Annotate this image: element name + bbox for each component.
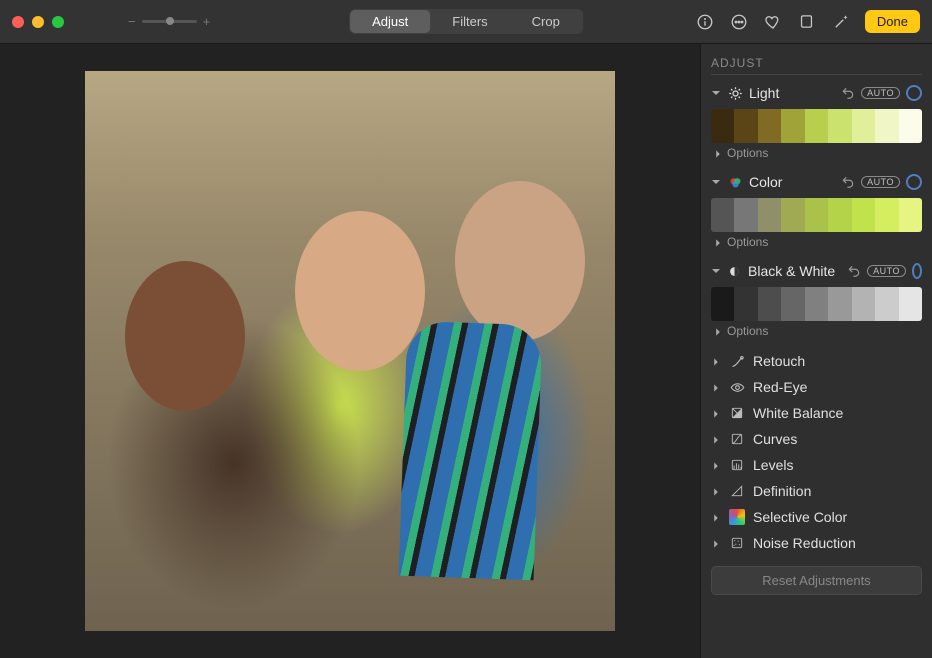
options-label: Options: [727, 146, 768, 160]
zoom-slider[interactable]: − +: [128, 14, 210, 29]
adjust-panel: ADJUST Light AUTO: [700, 44, 932, 658]
redeye-icon: [729, 379, 745, 395]
section-bw-header[interactable]: Black & White AUTO: [711, 259, 922, 283]
color-icon: [727, 174, 743, 190]
row-label: White Balance: [753, 405, 843, 421]
chevron-right-icon: [712, 382, 721, 392]
undo-icon[interactable]: [847, 264, 861, 278]
row-label: Retouch: [753, 353, 805, 369]
chevron-right-icon: [712, 538, 721, 548]
row-label: Selective Color: [753, 509, 847, 525]
chevron-down-icon: [711, 266, 721, 276]
zoom-out-icon[interactable]: −: [128, 14, 136, 29]
white-balance-icon: [729, 405, 745, 421]
light-icon: [727, 85, 743, 101]
curves-icon: [729, 431, 745, 447]
color-options-toggle[interactable]: Options: [711, 232, 922, 255]
chevron-right-icon: [712, 460, 721, 470]
options-label: Options: [727, 324, 768, 338]
undo-icon[interactable]: [841, 86, 855, 100]
chevron-right-icon: [712, 356, 721, 366]
section-color-header[interactable]: Color AUTO: [711, 170, 922, 194]
info-icon[interactable]: [695, 12, 715, 32]
photo-viewer: [0, 44, 700, 658]
section-light-header[interactable]: Light AUTO: [711, 81, 922, 105]
noise-icon: [729, 535, 745, 551]
zoom-in-icon[interactable]: +: [203, 14, 211, 29]
edit-mode-tabs: Adjust Filters Crop: [349, 9, 583, 34]
section-light: Light AUTO Options: [711, 81, 922, 166]
options-label: Options: [727, 235, 768, 249]
row-label: Curves: [753, 431, 797, 447]
definition-icon: [729, 483, 745, 499]
undo-icon[interactable]: [841, 175, 855, 189]
chevron-right-icon: [712, 408, 721, 418]
panel-title: ADJUST: [711, 56, 922, 75]
zoom-knob[interactable]: [166, 17, 174, 25]
reset-adjustments-button[interactable]: Reset Adjustments: [711, 566, 922, 595]
chevron-right-icon: [712, 512, 721, 522]
row-noise-reduction[interactable]: Noise Reduction: [711, 530, 922, 556]
section-color: Color AUTO Options: [711, 170, 922, 255]
titlebar: − + Adjust Filters Crop Done: [0, 0, 932, 44]
fullscreen-window-button[interactable]: [52, 16, 64, 28]
auto-button-color[interactable]: AUTO: [861, 176, 900, 188]
enable-ring-bw[interactable]: [912, 263, 922, 279]
color-thumbnail-slider[interactable]: [711, 198, 922, 232]
bw-icon: [727, 263, 742, 279]
enable-ring-color[interactable]: [906, 174, 922, 190]
auto-enhance-icon[interactable]: [831, 12, 851, 32]
chevron-right-icon: [714, 148, 723, 158]
more-icon[interactable]: [729, 12, 749, 32]
close-window-button[interactable]: [12, 16, 24, 28]
done-button[interactable]: Done: [865, 10, 920, 33]
row-definition[interactable]: Definition: [711, 478, 922, 504]
chevron-right-icon: [714, 326, 723, 336]
row-white-balance[interactable]: White Balance: [711, 400, 922, 426]
row-redeye[interactable]: Red-Eye: [711, 374, 922, 400]
light-thumbnail-slider[interactable]: [711, 109, 922, 143]
tab-filters[interactable]: Filters: [430, 10, 509, 33]
row-curves[interactable]: Curves: [711, 426, 922, 452]
chevron-down-icon: [711, 177, 721, 187]
photo-subject: [455, 181, 585, 341]
enable-ring-light[interactable]: [906, 85, 922, 101]
bw-thumbnail-slider[interactable]: [711, 287, 922, 321]
light-options-toggle[interactable]: Options: [711, 143, 922, 166]
photo-subject: [295, 211, 425, 371]
section-bw-label: Black & White: [748, 263, 835, 279]
photo-subject: [125, 261, 245, 411]
row-label: Definition: [753, 483, 811, 499]
row-selective-color[interactable]: Selective Color: [711, 504, 922, 530]
tab-crop[interactable]: Crop: [510, 10, 582, 33]
bw-options-toggle[interactable]: Options: [711, 321, 922, 344]
row-label: Levels: [753, 457, 793, 473]
chevron-right-icon: [712, 434, 721, 444]
row-label: Red-Eye: [753, 379, 807, 395]
auto-button-light[interactable]: AUTO: [861, 87, 900, 99]
section-color-label: Color: [749, 174, 782, 190]
window-controls: [12, 16, 64, 28]
row-retouch[interactable]: Retouch: [711, 348, 922, 374]
section-light-label: Light: [749, 85, 779, 101]
photo-canvas[interactable]: [85, 71, 615, 631]
retouch-icon: [729, 353, 745, 369]
row-levels[interactable]: Levels: [711, 452, 922, 478]
section-bw: Black & White AUTO Options: [711, 259, 922, 344]
chevron-right-icon: [712, 486, 721, 496]
auto-button-bw[interactable]: AUTO: [867, 265, 906, 277]
zoom-track[interactable]: [142, 20, 197, 23]
minimize-window-button[interactable]: [32, 16, 44, 28]
content-area: ADJUST Light AUTO: [0, 44, 932, 658]
levels-icon: [729, 457, 745, 473]
chevron-right-icon: [714, 237, 723, 247]
row-label: Noise Reduction: [753, 535, 856, 551]
toolbar-right: Done: [695, 10, 920, 33]
chevron-down-icon: [711, 88, 721, 98]
aspect-icon[interactable]: [797, 12, 817, 32]
selective-color-icon: [729, 509, 745, 525]
favorite-icon[interactable]: [763, 12, 783, 32]
tab-adjust[interactable]: Adjust: [350, 10, 430, 33]
